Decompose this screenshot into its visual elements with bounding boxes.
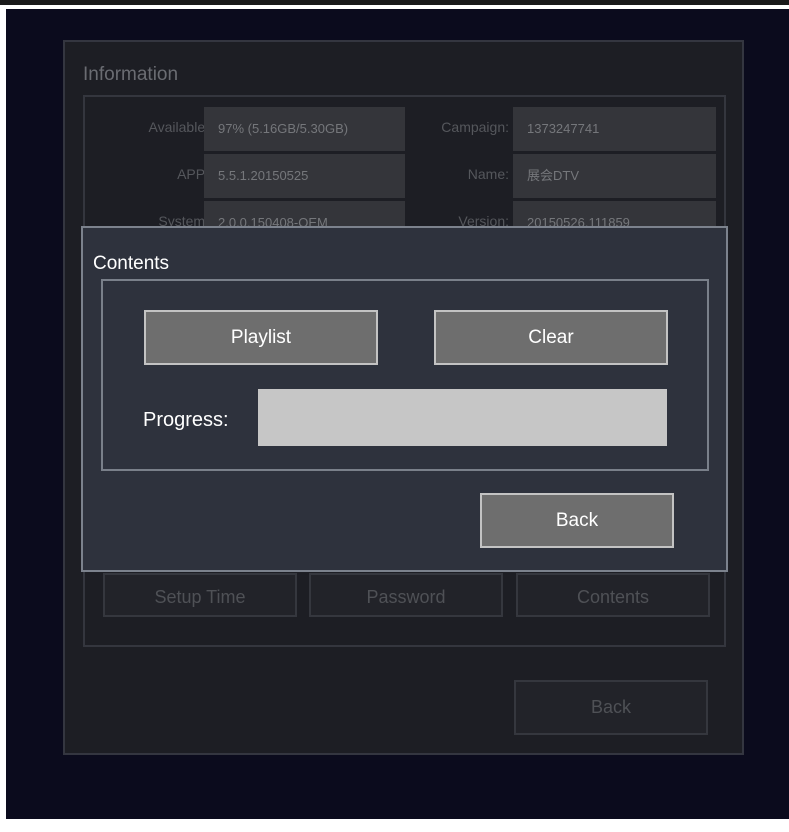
info-back-button[interactable]: Back	[514, 680, 708, 735]
progress-bar	[258, 389, 667, 446]
device-screen: Information Available: 97% (5.16GB/5.30G…	[6, 9, 789, 819]
campaign-label: Campaign:	[441, 119, 509, 135]
top-border	[0, 0, 789, 5]
dialog-title: Contents	[93, 253, 170, 274]
progress-label: Progress:	[143, 409, 229, 431]
app-value: 5.5.1.20150525	[204, 154, 405, 198]
contents-button[interactable]: Contents	[516, 573, 710, 617]
available-value: 97% (5.16GB/5.30GB)	[204, 107, 405, 151]
contents-dialog: Contents Playlist Clear Progress: Back	[81, 226, 728, 572]
campaign-value: 1373247741	[513, 107, 716, 151]
name-label: Name:	[467, 166, 509, 182]
app-label: APP:	[177, 166, 209, 182]
dialog-back-button[interactable]: Back	[480, 493, 674, 548]
available-label: Available:	[148, 119, 209, 135]
information-title: Information	[83, 64, 179, 85]
clear-button[interactable]: Clear	[434, 310, 668, 365]
playlist-button[interactable]: Playlist	[144, 310, 378, 365]
setup-time-button[interactable]: Setup Time	[103, 573, 297, 617]
password-button[interactable]: Password	[309, 573, 503, 617]
dialog-frame: Playlist Clear Progress:	[101, 279, 709, 471]
name-value: 展会DTV	[513, 154, 716, 198]
